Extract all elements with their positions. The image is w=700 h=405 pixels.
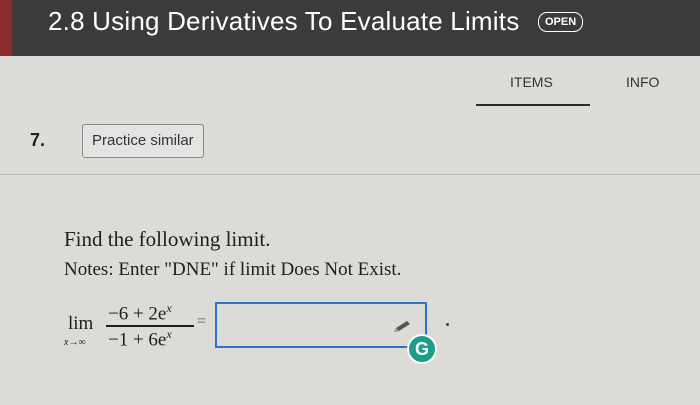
- grammarly-icon[interactable]: G: [407, 334, 437, 364]
- fraction-denominator: −1 + 6ex: [108, 327, 172, 351]
- question-notes: Notes: Enter "DNE" if limit Does Not Exi…: [64, 259, 402, 280]
- tab-info[interactable]: INFO: [626, 74, 659, 90]
- pencil-icon[interactable]: [392, 320, 412, 334]
- tab-bar: ITEMS INFO: [0, 56, 700, 113]
- page-header: 2.8 Using Derivatives To Evaluate Limits…: [0, 0, 700, 56]
- equals-sign: =: [197, 313, 207, 330]
- limit-subscript: x→∞: [64, 337, 86, 348]
- question-prompt: Find the following limit.: [64, 227, 271, 251]
- question-content: Find the following limit. Notes: Enter "…: [0, 175, 700, 405]
- trailing-dot: [446, 323, 449, 326]
- fraction-numerator: −6 + 2ex: [108, 301, 172, 325]
- active-tab-indicator: [476, 104, 590, 106]
- tab-items[interactable]: ITEMS: [510, 74, 553, 90]
- limit-word: lim: [68, 313, 94, 334]
- question-row: 7. Practice similar: [0, 112, 700, 175]
- practice-similar-button[interactable]: Practice similar: [82, 124, 204, 158]
- open-badge: OPEN: [538, 12, 584, 32]
- page-title: 2.8 Using Derivatives To Evaluate Limits: [48, 6, 520, 36]
- header-accent: [0, 0, 12, 56]
- numerator-base: −6 + 2e: [108, 303, 167, 325]
- numerator-exponent: x: [166, 301, 172, 315]
- denominator-exponent: x: [166, 327, 172, 341]
- denominator-base: −1 + 6e: [108, 329, 167, 351]
- question-number: 7.: [30, 130, 46, 150]
